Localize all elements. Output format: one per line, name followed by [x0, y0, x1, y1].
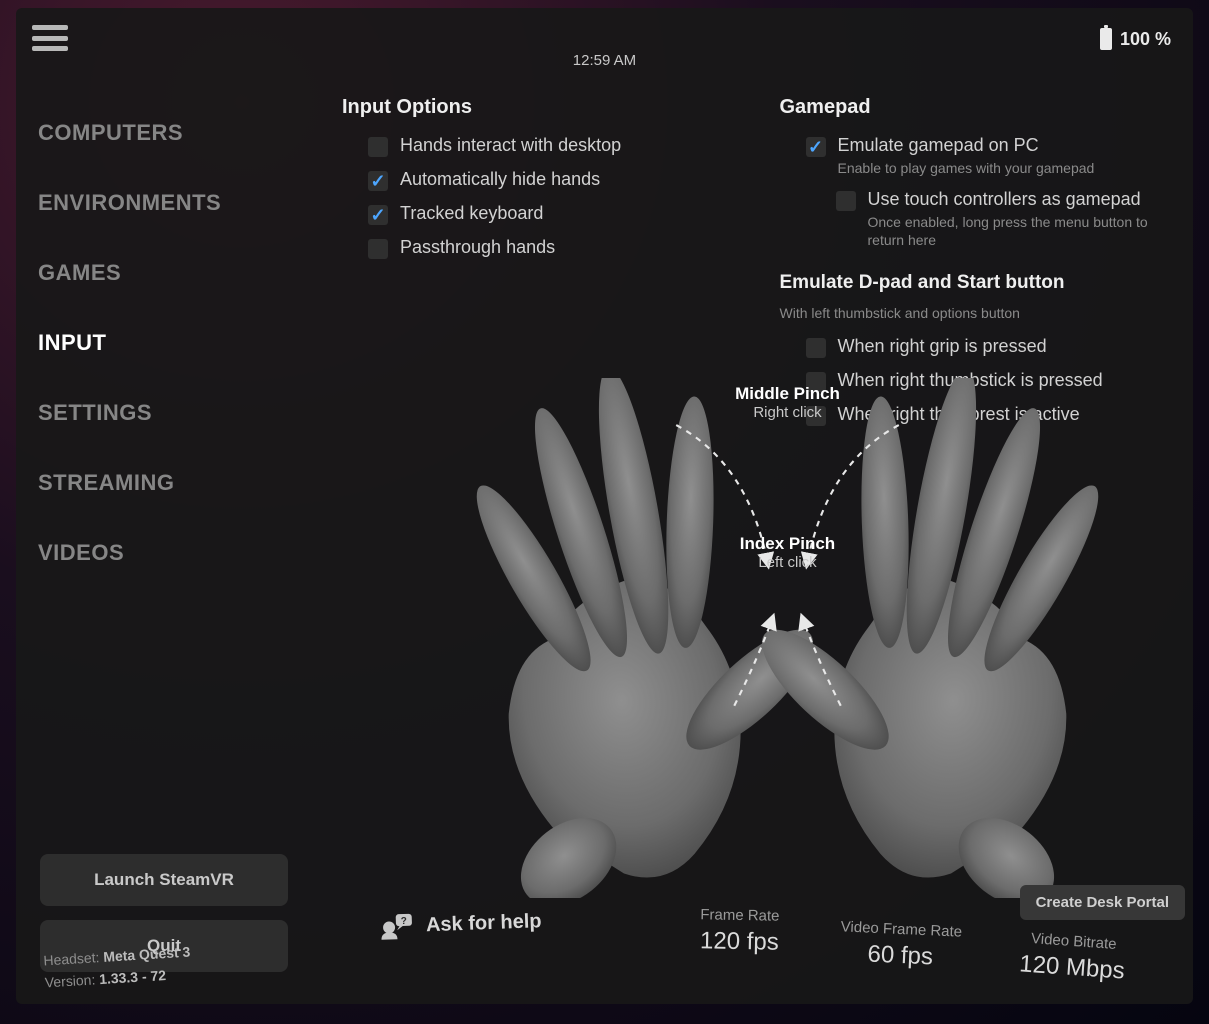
ask-for-help-label: Ask for help — [426, 910, 542, 937]
dpad-desc: With left thumbstick and options button — [780, 304, 1174, 323]
dpad-title: Emulate D-pad and Start button — [780, 272, 1174, 294]
checkbox[interactable] — [806, 137, 826, 157]
help-icon: ? — [380, 912, 415, 941]
sidebar: COMPUTERS ENVIRONMENTS GAMES INPUT SETTI… — [16, 68, 312, 1004]
checkbox-label: When right thumbrest is active — [838, 404, 1080, 425]
checkbox-sublabel: Enable to play games with your gamepad — [838, 159, 1095, 177]
option-passthrough-hands[interactable]: Passthrough hands — [342, 231, 736, 265]
option-auto-hide-hands[interactable]: Automatically hide hands — [342, 163, 736, 197]
battery-percent: 100 % — [1120, 29, 1171, 50]
checkbox-label: Tracked keyboard — [400, 203, 543, 224]
checkbox-label: Use touch controllers as gamepad — [868, 189, 1174, 210]
create-desk-portal-button[interactable]: Create Desk Portal — [1020, 885, 1185, 920]
checkbox[interactable] — [368, 239, 388, 259]
checkbox[interactable] — [806, 372, 826, 392]
clock: 12:59 AM — [573, 52, 636, 69]
quit-button[interactable]: Quit — [40, 920, 288, 972]
option-right-thumbstick[interactable]: When right thumbstick is pressed — [780, 364, 1174, 398]
launch-steamvr-button[interactable]: Launch SteamVR — [40, 854, 288, 906]
checkbox[interactable] — [368, 137, 388, 157]
option-touch-as-gamepad[interactable]: Use touch controllers as gamepad Once en… — [780, 183, 1174, 255]
svg-text:?: ? — [401, 916, 407, 927]
sidebar-item-videos[interactable]: VIDEOS — [16, 518, 312, 588]
gesture-sub: Left click — [688, 554, 888, 571]
checkbox[interactable] — [836, 191, 856, 211]
gamepad-title: Gamepad — [780, 96, 1174, 119]
option-right-thumbrest[interactable]: When right thumbrest is active — [780, 398, 1174, 432]
checkbox[interactable] — [806, 338, 826, 358]
checkbox-label: When right thumbstick is pressed — [838, 370, 1103, 391]
sidebar-buttons: Launch SteamVR Quit — [16, 854, 312, 1004]
main-content: Input Options Hands interact with deskto… — [312, 68, 1193, 1004]
option-tracked-keyboard[interactable]: Tracked keyboard — [342, 197, 736, 231]
option-hands-desktop[interactable]: Hands interact with desktop — [342, 129, 736, 163]
option-emulate-gamepad[interactable]: Emulate gamepad on PC Enable to play gam… — [780, 129, 1174, 183]
gesture-index-pinch: Index Pinch Left click — [688, 534, 888, 571]
checkbox-label: When right grip is pressed — [838, 336, 1047, 357]
checkbox-sublabel: Once enabled, long press the menu button… — [868, 213, 1174, 249]
ask-for-help-button[interactable]: ? Ask for help — [380, 907, 542, 941]
sidebar-item-settings[interactable]: SETTINGS — [16, 378, 312, 448]
battery-icon — [1100, 28, 1112, 50]
checkbox-label: Hands interact with desktop — [400, 135, 621, 156]
input-options-title: Input Options — [342, 96, 736, 119]
checkbox-label: Passthrough hands — [400, 237, 555, 258]
checkbox[interactable] — [368, 171, 388, 191]
gamepad-section: Gamepad Emulate gamepad on PC Enable to … — [780, 96, 1174, 432]
sidebar-item-games[interactable]: GAMES — [16, 238, 312, 308]
sidebar-item-environments[interactable]: ENVIRONMENTS — [16, 168, 312, 238]
checkbox-label: Emulate gamepad on PC — [838, 135, 1095, 156]
top-bar: 12:59 AM 100 % — [16, 8, 1193, 68]
sidebar-item-computers[interactable]: COMPUTERS — [16, 98, 312, 168]
gesture-title: Index Pinch — [688, 534, 888, 554]
checkbox[interactable] — [368, 205, 388, 225]
panel-body: COMPUTERS ENVIRONMENTS GAMES INPUT SETTI… — [16, 68, 1193, 1004]
settings-panel: 12:59 AM 100 % COMPUTERS ENVIRONMENTS GA… — [16, 8, 1193, 1004]
hamburger-menu-icon[interactable] — [30, 21, 70, 55]
input-options-section: Input Options Hands interact with deskto… — [342, 96, 736, 432]
sidebar-item-streaming[interactable]: STREAMING — [16, 448, 312, 518]
battery-status: 100 % — [1100, 28, 1171, 50]
option-right-grip[interactable]: When right grip is pressed — [780, 330, 1174, 364]
sidebar-item-input[interactable]: INPUT — [16, 308, 312, 378]
checkbox-label: Automatically hide hands — [400, 169, 600, 190]
checkbox[interactable] — [806, 406, 826, 426]
